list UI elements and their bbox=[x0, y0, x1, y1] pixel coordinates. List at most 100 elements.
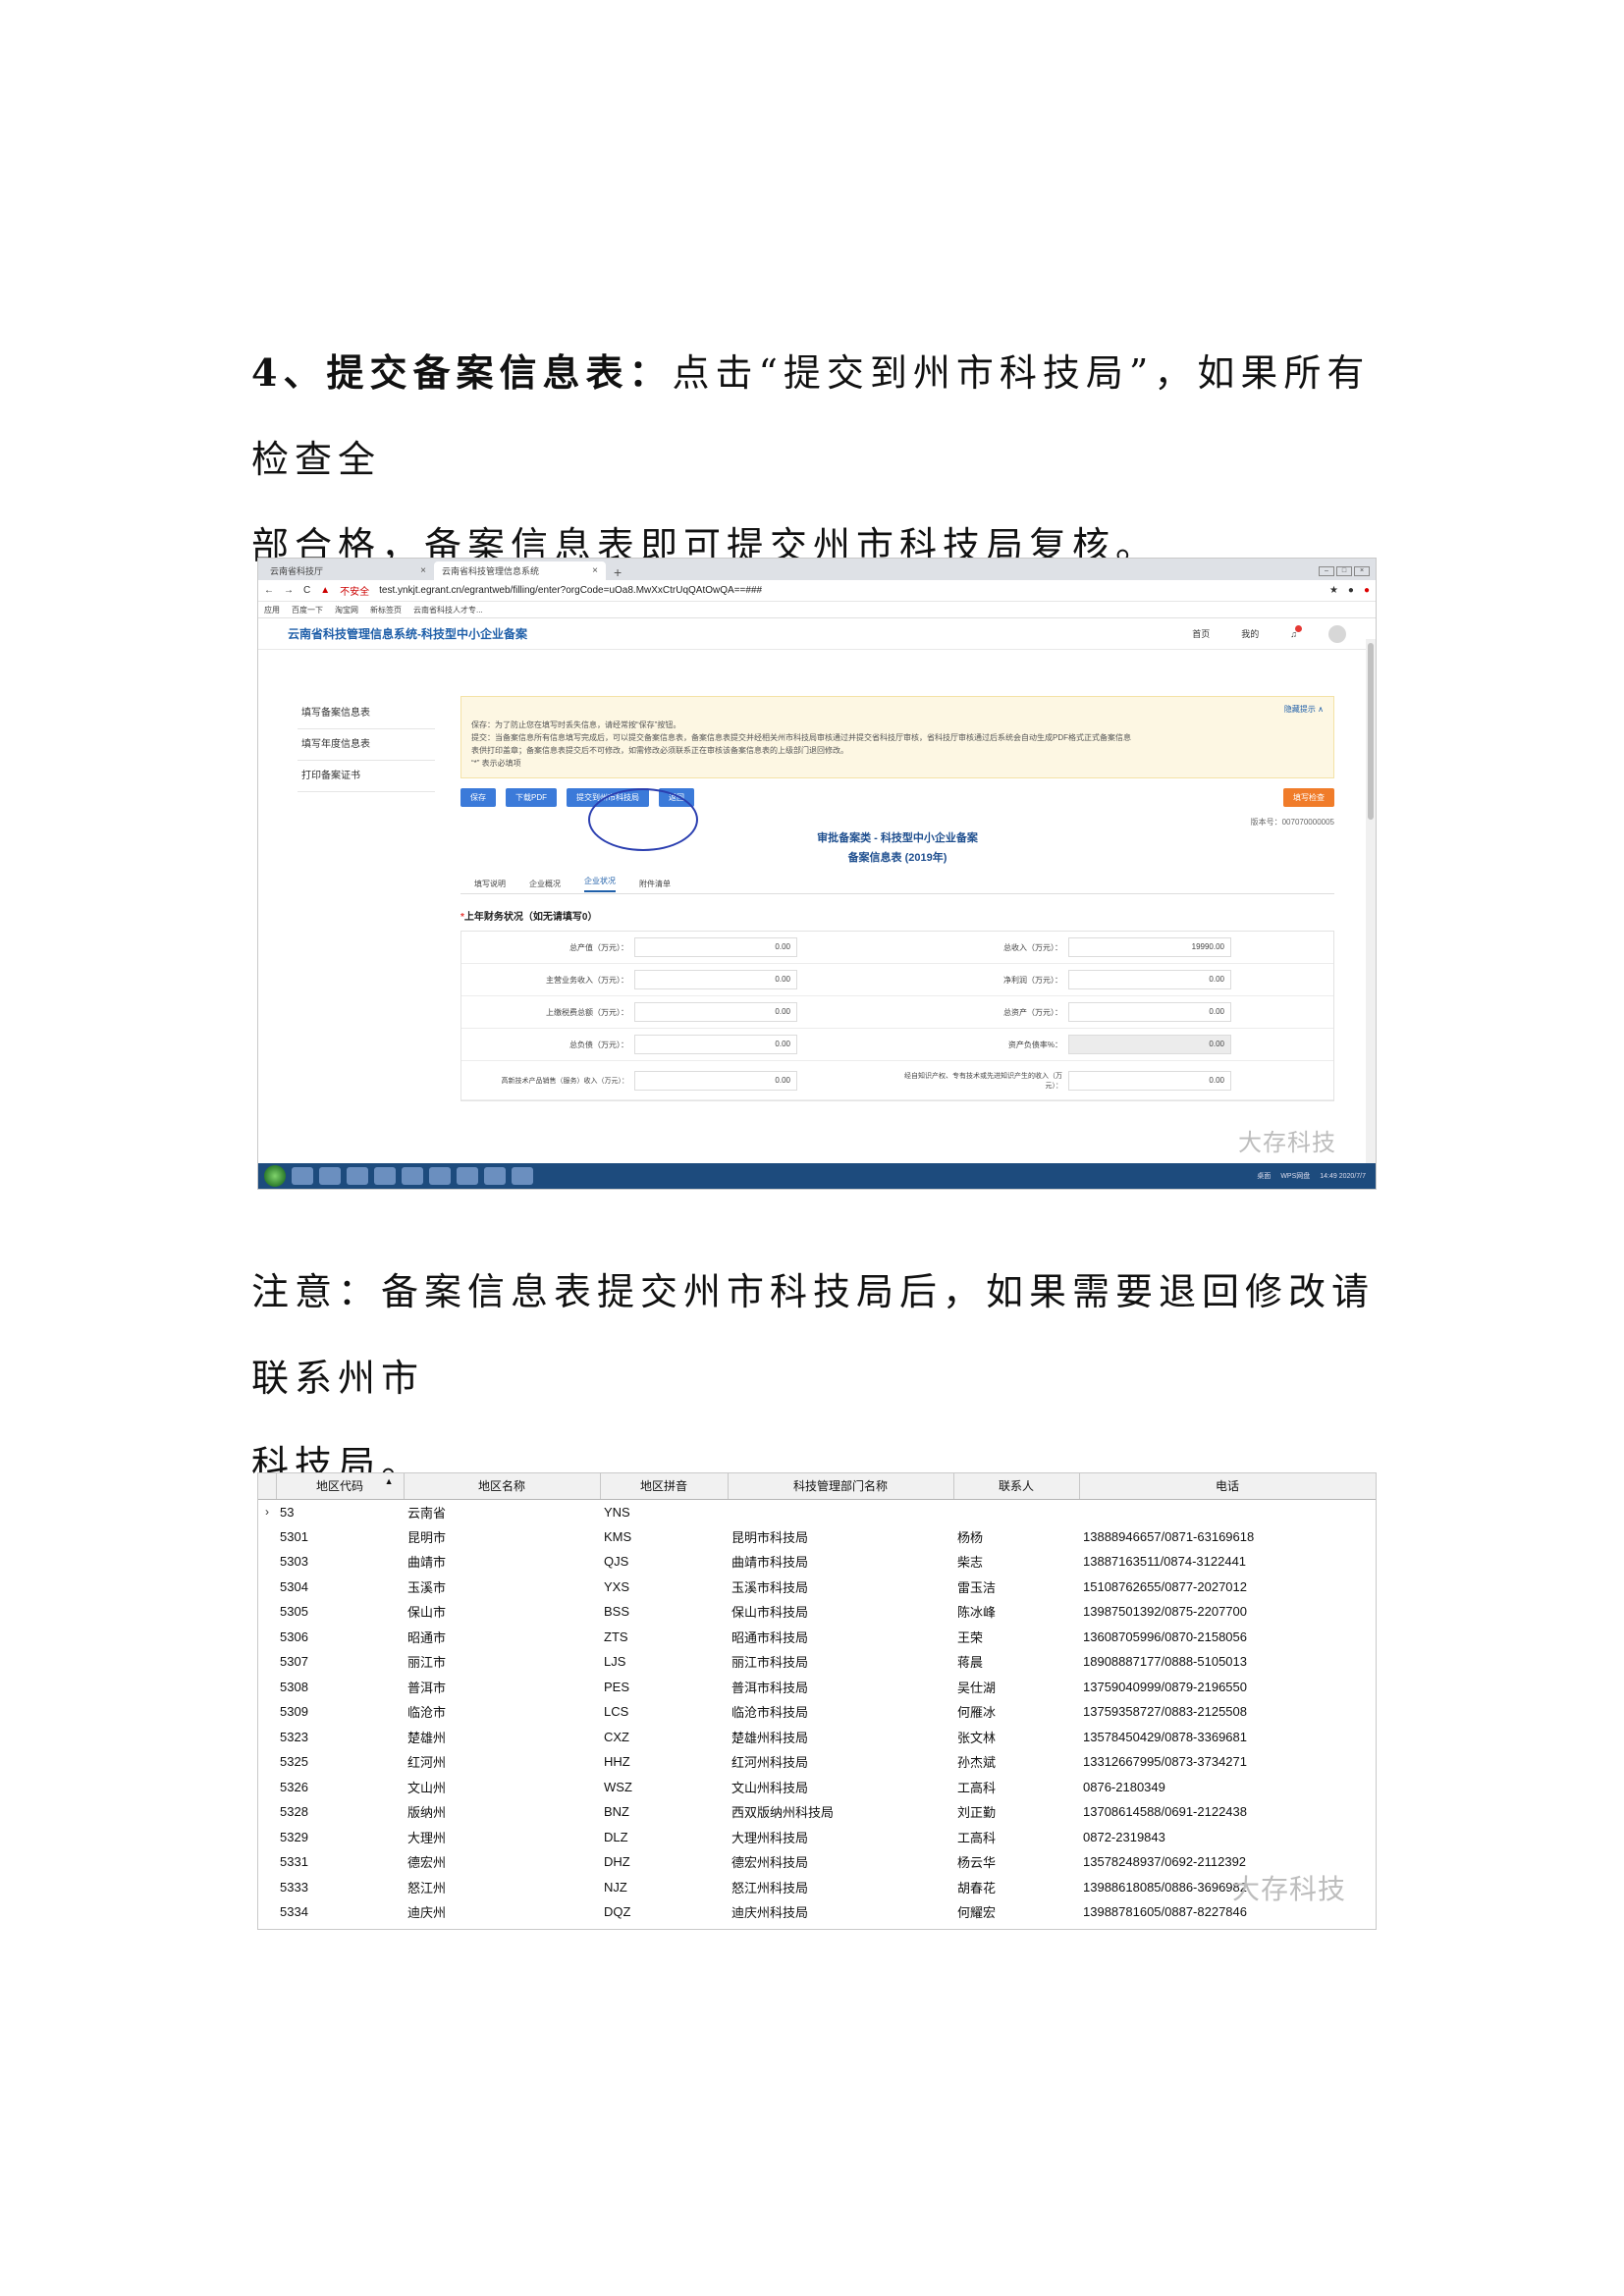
table-row[interactable]: 5323 楚雄州 CXZ 楚雄州科技局 张文林 13578450429/0878-3369… bbox=[258, 1725, 1376, 1750]
forward-arrow-icon[interactable]: → bbox=[284, 585, 294, 596]
close-icon[interactable]: × bbox=[420, 565, 426, 576]
nav-mine[interactable]: 我的 bbox=[1241, 627, 1259, 640]
close-icon[interactable]: × bbox=[592, 565, 598, 576]
check-button[interactable]: 填写检查 bbox=[1283, 788, 1334, 807]
star-icon[interactable]: ★ bbox=[1329, 585, 1338, 596]
table-row[interactable]: 5329 大理州 DLZ 大理州科技局 工高科 0872-2319843 bbox=[258, 1825, 1376, 1850]
tray-wps[interactable]: WPS网盘 bbox=[1280, 1171, 1310, 1181]
bookmark[interactable]: 云南省科技人才专... bbox=[413, 605, 483, 615]
ie-icon[interactable] bbox=[319, 1167, 341, 1185]
word-icon[interactable] bbox=[347, 1167, 368, 1185]
save-button[interactable]: 保存 bbox=[460, 788, 496, 807]
back-arrow-icon[interactable]: ← bbox=[264, 585, 274, 596]
app-icon[interactable] bbox=[512, 1167, 533, 1185]
sort-ascending-icon[interactable]: ▲ bbox=[385, 1476, 394, 1486]
main-content: 隐藏提示 ∧ 保存：为了防止您在填写时丢失信息，请经常按“保存”按钮。 提交：当… bbox=[460, 696, 1334, 1101]
app-icon[interactable] bbox=[374, 1167, 396, 1185]
bell-icon[interactable]: ♫ bbox=[1290, 624, 1302, 639]
reload-icon[interactable]: C bbox=[303, 585, 310, 596]
avatar[interactable] bbox=[1328, 624, 1346, 643]
field-input[interactable]: 0.00 bbox=[1068, 970, 1231, 989]
table-row[interactable]: 5326 文山州 WSZ 文山州科技局 工高科 0876-2180349 bbox=[258, 1775, 1376, 1800]
table-row[interactable]: 5328 版纳州 BNZ 西双版纳州科技局 刘正勤 13708614588/0691-21… bbox=[258, 1799, 1376, 1825]
profile-icon[interactable]: ● bbox=[1348, 585, 1354, 596]
new-tab-button[interactable]: + bbox=[606, 564, 629, 580]
column-header-phone[interactable]: 电话 bbox=[1079, 1473, 1376, 1500]
hide-tips-link[interactable]: 隐藏提示 ∧ bbox=[1284, 703, 1324, 716]
column-header-contact[interactable]: 联系人 bbox=[953, 1473, 1080, 1500]
cell-contact: 何耀宏 bbox=[957, 1905, 997, 1921]
app-icon[interactable] bbox=[292, 1167, 313, 1185]
field-input[interactable]: 0.00 bbox=[1068, 1002, 1231, 1022]
sidebar-item-fill-record[interactable]: 填写备案信息表 bbox=[298, 698, 435, 729]
bookmark[interactable]: 淘宝网 bbox=[335, 605, 358, 615]
security-label[interactable]: 不安全 bbox=[340, 583, 369, 598]
minimize-icon[interactable]: – bbox=[1319, 566, 1334, 576]
table-row[interactable]: 5333 怒江州 NJZ 怒江州科技局 胡春花 13988618085/0886-3696… bbox=[258, 1875, 1376, 1900]
column-header-name[interactable]: 地区名称 bbox=[404, 1473, 601, 1500]
field-input[interactable]: 0.00 bbox=[634, 1070, 797, 1091]
table-row[interactable]: 5309 临沧市 LCS 临沧市科技局 何雁冰 13759358727/0883-2125… bbox=[258, 1699, 1376, 1725]
table-row[interactable]: 5334 迪庆州 DQZ 迪庆州科技局 何耀宏 13988781605/0887-8227… bbox=[258, 1899, 1376, 1925]
table-row[interactable]: 5331 德宏州 DHZ 德宏州科技局 杨云华 13578248937/0692-2112… bbox=[258, 1849, 1376, 1875]
start-button-icon[interactable] bbox=[264, 1165, 286, 1187]
table-row[interactable]: 5304 玉溪市 YXS 玉溪市科技局 雷玉洁 15108762655/0877-2027… bbox=[258, 1575, 1376, 1600]
cell-name: 普洱市 bbox=[407, 1680, 447, 1695]
bookmark[interactable]: 应用 bbox=[264, 605, 280, 615]
field-input[interactable]: 0.00 bbox=[634, 1035, 797, 1054]
table-row[interactable]: 5303 曲靖市 QJS 曲靖市科技局 柴志 13887163511/0874-31224… bbox=[258, 1549, 1376, 1575]
download-pdf-button[interactable]: 下载PDF bbox=[506, 788, 557, 807]
row-indicator bbox=[258, 1775, 276, 1800]
table-row[interactable]: 5306 昭通市 ZTS 昭通市科技局 王荣 13608705996/0870-21580… bbox=[258, 1625, 1376, 1650]
bookmark[interactable]: 新标签页 bbox=[370, 605, 402, 615]
table-row[interactable]: 5325 红河州 HHZ 红河州科技局 孙杰斌 13312667995/0873-3734… bbox=[258, 1749, 1376, 1775]
field-input[interactable]: 0.00 bbox=[1068, 1070, 1231, 1091]
maximize-icon[interactable]: □ bbox=[1336, 566, 1352, 576]
form-row: 高新技术产品销售（服务）收入（万元）： 0.00 经自知识产权、专有技术或先进知… bbox=[461, 1061, 1333, 1100]
tab-instructions[interactable]: 填写说明 bbox=[474, 879, 506, 889]
scrollbar-thumb[interactable] bbox=[1368, 643, 1374, 820]
browser-tab-2[interactable]: 云南省科技管理信息系统 × bbox=[434, 561, 606, 580]
close-window-icon[interactable]: × bbox=[1354, 566, 1370, 576]
app-icon[interactable] bbox=[484, 1167, 506, 1185]
cell-phone: 13312667995/0873-3734271 bbox=[1083, 1754, 1248, 1770]
cell-name: 楚雄州 bbox=[407, 1730, 447, 1745]
table-row[interactable]: 5305 保山市 BSS 保山市科技局 陈冰峰 13987501392/0875-2207… bbox=[258, 1599, 1376, 1625]
cell-phone: 13608705996/0870-2158056 bbox=[1083, 1629, 1248, 1644]
tab-overview[interactable]: 企业概况 bbox=[529, 879, 561, 889]
table-row[interactable]: 5301 昆明市 KMS 昆明市科技局 杨杨 13888946657/0871-63169… bbox=[258, 1524, 1376, 1550]
cell-pinyin: ZTS bbox=[604, 1629, 628, 1644]
app-icon[interactable] bbox=[429, 1167, 451, 1185]
tray-desktop[interactable]: 桌面 bbox=[1257, 1171, 1271, 1181]
tab-label: 云南省科技厅 bbox=[270, 566, 324, 576]
field-label: 总产值（万元）： bbox=[569, 942, 628, 952]
browser-tab-1[interactable]: 云南省科技厅 × bbox=[262, 561, 434, 580]
field-input[interactable]: 19990.00 bbox=[1068, 937, 1231, 957]
nav-home[interactable]: 首页 bbox=[1192, 627, 1210, 640]
sidebar-item-print-cert[interactable]: 打印备案证书 bbox=[298, 761, 435, 792]
sidebar-item-fill-annual[interactable]: 填写年度信息表 bbox=[298, 729, 435, 761]
row-indicator bbox=[258, 1649, 276, 1675]
chrome-icon[interactable] bbox=[402, 1167, 423, 1185]
cell-code: 5304 bbox=[280, 1578, 308, 1594]
row-indicator-header bbox=[258, 1473, 277, 1500]
table-row[interactable]: 5307 丽江市 LJS 丽江市科技局 蒋晨 18908887177/0888-51050… bbox=[258, 1649, 1376, 1675]
tab-status[interactable]: 企业状况 bbox=[584, 876, 616, 892]
app-header: 云南省科技管理信息系统-科技型中小企业备案 首页 我的 ♫ bbox=[258, 618, 1376, 650]
field-input[interactable]: 0.00 bbox=[634, 937, 797, 957]
table-row[interactable]: › 53 云南省 YNS bbox=[258, 1499, 1376, 1524]
table-row[interactable]: 5308 普洱市 PES 普洱市科技局 吴仕湖 13759040999/0879-2196… bbox=[258, 1675, 1376, 1700]
security-warning-icon[interactable]: ▲ bbox=[320, 585, 330, 596]
tab-attachments[interactable]: 附件清单 bbox=[639, 879, 671, 889]
cell-phone: 0872-2319843 bbox=[1083, 1829, 1165, 1844]
record-icon[interactable]: ● bbox=[1364, 585, 1370, 596]
field-input[interactable]: 0.00 bbox=[634, 970, 797, 989]
column-header-pinyin[interactable]: 地区拼音 bbox=[600, 1473, 729, 1500]
column-header-code[interactable]: 地区代码 ▲ bbox=[276, 1473, 405, 1500]
folder-icon[interactable] bbox=[457, 1167, 478, 1185]
field-input[interactable]: 0.00 bbox=[634, 1002, 797, 1022]
column-header-department[interactable]: 科技管理部门名称 bbox=[728, 1473, 954, 1500]
url-field[interactable]: test.ynkjt.egrant.cn/egrantweb/filling/e… bbox=[379, 585, 762, 596]
scrollbar[interactable] bbox=[1366, 639, 1376, 1163]
bookmark[interactable]: 百度一下 bbox=[292, 605, 323, 615]
